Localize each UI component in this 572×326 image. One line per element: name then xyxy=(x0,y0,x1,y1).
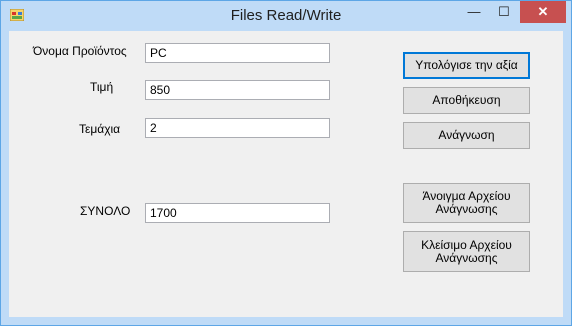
close-read-file-button[interactable]: Κλείσιμο Αρχείου Ανάγνωσης xyxy=(403,231,530,272)
maximize-button[interactable]: ☐ xyxy=(489,1,519,23)
close-button[interactable]: ✕ xyxy=(520,1,566,23)
price-label: Τιμή xyxy=(90,80,114,94)
quantity-field[interactable]: 2 xyxy=(145,118,330,138)
total-label: ΣΥΝΟΛΟ xyxy=(80,204,131,218)
calculate-button-label: Υπολόγισε την αξία xyxy=(415,58,518,72)
save-button-label: Αποθήκευση xyxy=(432,93,501,107)
total-field[interactable]: 1700 xyxy=(145,203,330,223)
main-window: Files Read/Write — ☐ ✕ Όνομα Προϊόντος Τ… xyxy=(0,0,572,326)
quantity-label: Τεμάχια xyxy=(79,122,121,136)
open-read-file-button[interactable]: Άνοιγμα Αρχείου Ανάγνωσης xyxy=(403,183,530,223)
open-read-file-label-line2: Ανάγνωσης xyxy=(435,202,498,216)
product-name-label: Όνομα Προϊόντος xyxy=(33,44,127,58)
read-button-label: Ανάγνωση xyxy=(438,128,495,142)
calculate-button[interactable]: Υπολόγισε την αξία xyxy=(403,52,530,79)
save-button[interactable]: Αποθήκευση xyxy=(403,87,530,114)
price-field[interactable]: 850 xyxy=(145,80,330,100)
minimize-button[interactable]: — xyxy=(459,1,489,23)
form-client-area: Όνομα Προϊόντος Τιμή Τεμάχια ΣΥΝΟΛΟ PC 8… xyxy=(9,31,563,317)
title-bar[interactable]: Files Read/Write — ☐ ✕ xyxy=(1,1,571,31)
close-read-file-label-line1: Κλείσιμο Αρχείου xyxy=(421,237,512,252)
close-read-file-label-line2: Ανάγνωσης xyxy=(435,250,498,265)
product-name-field[interactable]: PC xyxy=(145,43,330,63)
read-button[interactable]: Ανάγνωση xyxy=(403,122,530,149)
